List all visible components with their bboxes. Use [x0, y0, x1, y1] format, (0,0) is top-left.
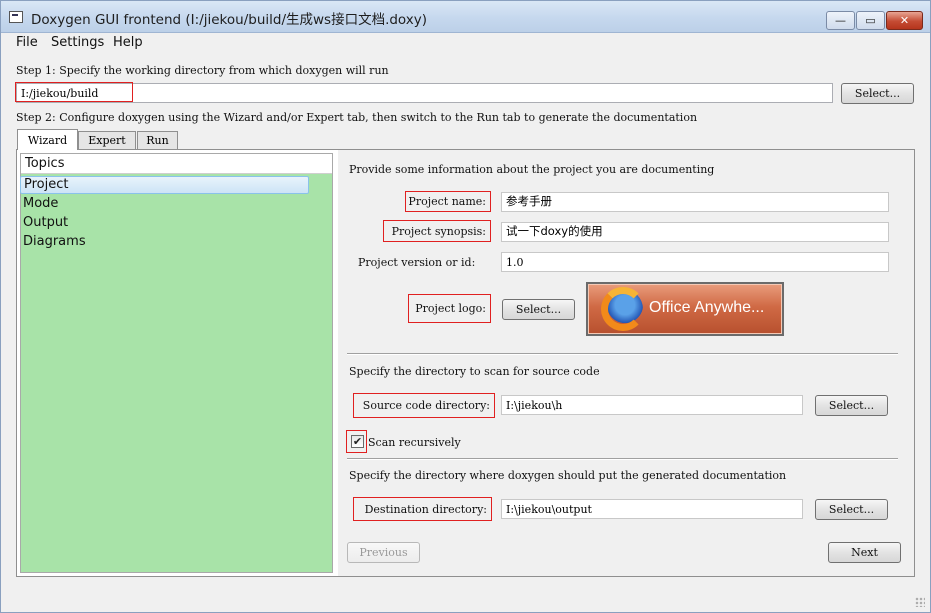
close-button[interactable]: ✕ — [886, 11, 923, 30]
topics-header: Topics — [21, 154, 332, 174]
firefox-icon — [601, 287, 645, 331]
destination-directory-select-button[interactable]: Select... — [815, 499, 888, 520]
project-logo-select-button[interactable]: Select... — [502, 299, 575, 320]
menu-bar: File Settings Help — [0, 33, 931, 53]
destination-directory-label: Destination directory: — [353, 497, 492, 521]
highlight-box — [15, 82, 133, 102]
menu-help[interactable]: Help — [113, 35, 143, 50]
working-directory-input[interactable]: I:/jiekou/build — [16, 83, 833, 103]
working-directory-select-button[interactable]: Select... — [841, 83, 914, 104]
project-logo-preview: Office Anywhe... — [586, 282, 784, 336]
source-directory-label: Source code directory: — [353, 393, 495, 418]
menu-file[interactable]: File — [16, 35, 38, 50]
project-synopsis-label: Project synopsis: — [383, 220, 491, 242]
step1-label: Step 1: Specify the working directory fr… — [16, 64, 389, 77]
resize-grip-icon[interactable] — [915, 597, 925, 607]
destination-intro: Specify the directory where doxygen shou… — [349, 469, 787, 482]
project-version-label: Project version or id: — [358, 256, 476, 269]
app-icon — [9, 11, 23, 23]
previous-button[interactable]: Previous — [347, 542, 420, 563]
topic-diagrams[interactable]: Diagrams — [20, 233, 86, 251]
divider — [347, 458, 898, 460]
highlight-box: ✔ — [346, 430, 367, 453]
title-bar: Doxygen GUI frontend (I:/jiekou/build/生成… — [0, 0, 931, 33]
project-version-field[interactable]: 1.0 — [501, 252, 889, 272]
topic-mode[interactable]: Mode — [20, 195, 58, 213]
source-directory-select-button[interactable]: Select... — [815, 395, 888, 416]
tab-run[interactable]: Run — [137, 131, 178, 149]
minimize-button[interactable]: — — [826, 11, 855, 30]
topic-project[interactable]: Project — [20, 176, 309, 194]
source-intro: Specify the directory to scan for source… — [349, 365, 600, 378]
tab-wizard[interactable]: Wizard — [17, 129, 78, 150]
menu-settings[interactable]: Settings — [51, 35, 104, 50]
project-name-field[interactable]: 参考手册 — [501, 192, 889, 212]
logo-caption: Office Anywhe... — [649, 299, 765, 316]
divider — [347, 353, 898, 355]
scan-recursively-label[interactable]: Scan recursively — [368, 436, 461, 449]
project-name-label: Project name: — [405, 191, 491, 212]
status-bar — [0, 583, 931, 613]
source-directory-field[interactable]: I:\jiekou\h — [501, 395, 803, 415]
next-button[interactable]: Next — [828, 542, 901, 563]
topic-output[interactable]: Output — [20, 214, 68, 232]
scan-recursively-checkbox[interactable]: ✔ — [351, 435, 364, 448]
destination-directory-field[interactable]: I:\jiekou\output — [501, 499, 803, 519]
maximize-button[interactable]: ▭ — [856, 11, 885, 30]
tab-expert[interactable]: Expert — [78, 131, 136, 149]
step2-label: Step 2: Configure doxygen using the Wiza… — [16, 111, 698, 124]
project-synopsis-field[interactable]: 试一下doxy的使用 — [501, 222, 889, 242]
window-title: Doxygen GUI frontend (I:/jiekou/build/生成… — [31, 12, 428, 28]
project-logo-label: Project logo: — [408, 294, 491, 323]
project-intro: Provide some information about the proje… — [349, 163, 715, 176]
